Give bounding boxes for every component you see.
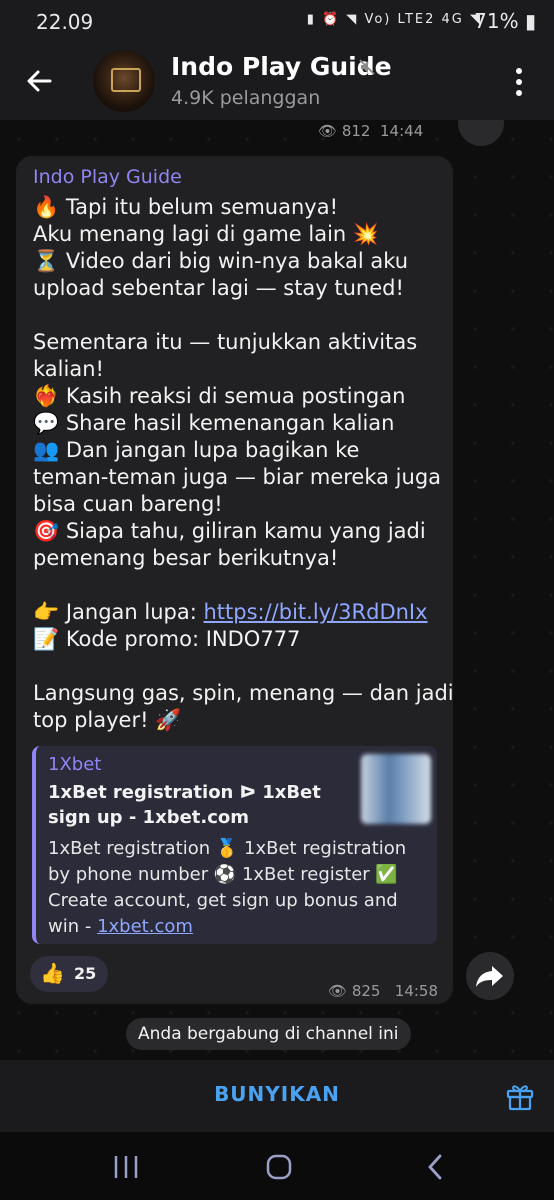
message-line: 👥 Dan jangan lupa bagikan ke bbox=[33, 438, 360, 462]
battery-level: 71% ▮ bbox=[474, 9, 536, 33]
chat-area[interactable]: 👁 812 14:44 Indo Play Guide 🔥 Tapi itu b… bbox=[0, 120, 554, 1060]
link-preview[interactable]: 1Xbet 1xBet registration ᐅ 1xBet sign up… bbox=[32, 746, 437, 944]
message-line: ❤️‍🔥 Kasih reaksi di semua postingan bbox=[33, 384, 406, 408]
views-icon: 👁 bbox=[318, 122, 338, 140]
service-message: Anda bergabung di channel ini bbox=[126, 1018, 411, 1050]
message-line bbox=[33, 572, 443, 599]
message-line: 💬 Share hasil kemenangan kalian bbox=[33, 411, 395, 435]
message-meta: 👁 825 14:58 bbox=[328, 982, 438, 1000]
closing-line: Langsung gas, spin, menang — dan jadi bbox=[33, 681, 454, 705]
message-line: kalian! bbox=[33, 357, 104, 381]
link-line: 👉 Jangan lupa: https://bit.ly/3RdDnIx bbox=[33, 599, 443, 626]
views-icon: 👁 bbox=[328, 982, 348, 1000]
message-line: bisa cuan bareng! bbox=[33, 492, 223, 516]
message-bubble[interactable]: Indo Play Guide 🔥 Tapi itu belum semuany… bbox=[16, 156, 454, 1004]
previous-time: 14:44 bbox=[380, 122, 424, 140]
message-lines: 🔥 Tapi itu belum semuanya! Aku menang lag… bbox=[33, 194, 443, 599]
signal-icon: ▮ ⏰ ◥ Vo) LTE2 4G ◥ bbox=[306, 12, 482, 27]
back-icon[interactable] bbox=[425, 1152, 445, 1182]
message-line: 🔥 Tapi itu belum semuanya! bbox=[33, 195, 338, 219]
preview-title: 1xBet registration ᐅ 1xBet sign up - 1xb… bbox=[48, 782, 321, 828]
message-line: upload sebentar lagi — stay tuned! bbox=[33, 276, 404, 300]
message-views: 825 bbox=[351, 982, 381, 1000]
preview-thumbnail bbox=[361, 754, 431, 824]
battery-icon: ▮ bbox=[524, 9, 536, 33]
message-line: 🎯 Siapa tahu, giliran kamu yang jadi bbox=[33, 519, 426, 543]
message-line: teman-teman juga — biar mereka juga bbox=[33, 465, 442, 489]
promo-line: 📝 Kode promo: INDO777 bbox=[33, 627, 301, 651]
system-nav-bar bbox=[0, 1132, 554, 1200]
preview-site-name: 1Xbet bbox=[48, 754, 102, 775]
subscriber-count: 4.9K pelanggan bbox=[171, 87, 321, 109]
back-arrow-icon[interactable] bbox=[24, 66, 54, 96]
message-line: Aku menang lagi di game lain 💥 bbox=[33, 222, 380, 246]
battery-percent: 71% bbox=[474, 9, 519, 33]
muted-icon bbox=[359, 59, 375, 75]
home-icon[interactable] bbox=[265, 1153, 293, 1181]
reaction-chip[interactable]: 👍 25 bbox=[30, 956, 108, 992]
chat-header: Indo Play Guide 4.9K pelanggan bbox=[0, 42, 554, 120]
bottom-bar: BUNYIKAN bbox=[0, 1060, 554, 1132]
reaction-count: 25 bbox=[74, 964, 97, 983]
forward-icon bbox=[476, 966, 503, 987]
message-line: ⏳ Video dari big win-nya bakal aku bbox=[33, 249, 409, 273]
message-time: 14:58 bbox=[394, 982, 439, 1000]
channel-avatar[interactable] bbox=[93, 50, 155, 112]
recent-apps-icon[interactable] bbox=[112, 1154, 140, 1180]
previous-views: 812 bbox=[341, 122, 371, 140]
link-prefix: 👉 Jangan lupa: bbox=[33, 600, 204, 624]
more-options-icon[interactable] bbox=[510, 66, 528, 98]
gift-icon[interactable] bbox=[504, 1080, 536, 1112]
message-line: Sementara itu — tunjukkan aktivitas bbox=[33, 330, 418, 354]
closing-line: top player! 🚀 bbox=[33, 708, 182, 732]
message-text: 🔥 Tapi itu belum semuanya! Aku menang lag… bbox=[33, 194, 454, 734]
unmute-button[interactable]: BUNYIKAN bbox=[0, 1060, 554, 1132]
status-time: 22.09 bbox=[36, 10, 94, 34]
previous-forward-button[interactable] bbox=[458, 120, 504, 146]
message-line: pemenang besar berikutnya! bbox=[33, 546, 339, 570]
forward-button[interactable] bbox=[466, 952, 514, 1000]
message-link[interactable]: https://bit.ly/3RdDnIx bbox=[203, 600, 427, 624]
thumbs-up-icon: 👍 bbox=[40, 961, 65, 985]
preview-description: 1xBet registration 🥇 1xBet registration … bbox=[48, 836, 433, 940]
status-bar: 22.09 ▮ ⏰ ◥ Vo) LTE2 4G ◥ 71% ▮ bbox=[0, 0, 554, 42]
message-sender: Indo Play Guide bbox=[33, 166, 182, 188]
network-label: Vo) LTE2 4G bbox=[364, 12, 464, 27]
message-line bbox=[33, 302, 443, 329]
preview-link[interactable]: 1xbet.com bbox=[97, 916, 193, 937]
unmute-label: BUNYIKAN bbox=[214, 1082, 340, 1106]
previous-message-meta: 👁 812 14:44 bbox=[318, 122, 423, 140]
